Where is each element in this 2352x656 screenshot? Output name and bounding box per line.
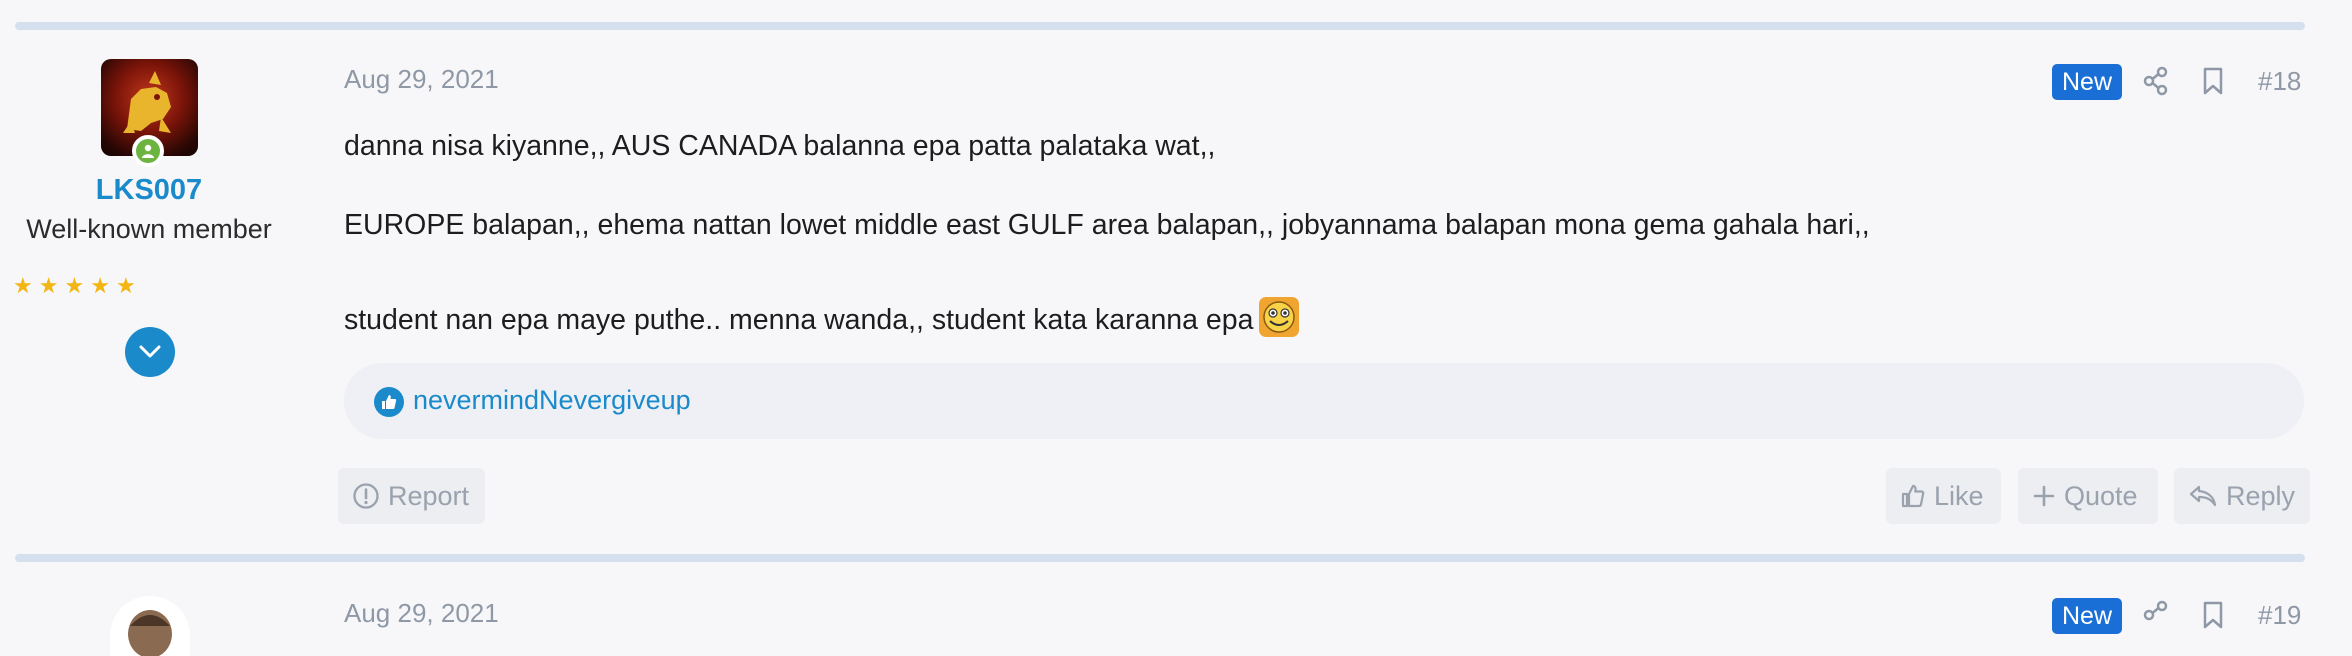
new-badge: New <box>2052 64 2123 100</box>
report-label: Report <box>388 480 470 511</box>
like-icon <box>1901 484 1925 508</box>
reactions-bar: nevermindNevergiveup <box>344 363 2304 439</box>
star-icon: ★ <box>38 273 59 298</box>
post-text-line: student nan epa maye puthe.. menna wanda… <box>344 297 1300 337</box>
next-post-date[interactable]: Aug 29, 2021 <box>344 598 499 629</box>
smiley-emoji <box>1259 297 1300 337</box>
report-icon <box>353 483 379 509</box>
post-text-line: danna nisa kiyanne,, AUS CANADA balanna … <box>344 130 1216 162</box>
share-icon[interactable] <box>2142 600 2170 630</box>
report-button[interactable]: Report <box>338 468 485 524</box>
thumbs-up-icon <box>374 387 404 417</box>
online-status-icon <box>132 135 164 167</box>
share-icon[interactable] <box>2142 66 2170 96</box>
bookmark-icon[interactable] <box>2202 66 2224 96</box>
reaction-user-link[interactable]: nevermindNevergiveup <box>413 385 691 416</box>
next-post-new-badge: New <box>2052 598 2123 634</box>
rating-stars: ★ ★ ★ ★ ★ <box>13 275 136 297</box>
reply-icon <box>2189 485 2217 507</box>
like-label: Like <box>1934 480 1984 511</box>
post-number[interactable]: #18 <box>2258 66 2301 97</box>
star-icon: ★ <box>13 273 33 298</box>
star-icon: ★ <box>115 273 136 298</box>
expand-user-info-button[interactable] <box>125 327 175 377</box>
quote-plus-icon <box>2033 485 2055 507</box>
post-separator <box>15 554 2305 562</box>
reply-label: Reply <box>2226 480 2296 511</box>
post-text-line: EUROPE balapan,, ehema nattan lowet midd… <box>344 209 1870 241</box>
quote-label: Quote <box>2064 480 2138 511</box>
star-icon: ★ <box>90 273 110 298</box>
username[interactable]: LKS007 <box>0 174 298 207</box>
next-post-number[interactable]: #19 <box>2258 600 2301 631</box>
reply-button[interactable]: Reply <box>2174 468 2310 524</box>
post-separator <box>15 22 2305 30</box>
quote-button[interactable]: Quote <box>2018 468 2158 524</box>
chevron-down-icon <box>139 345 161 358</box>
next-post-avatar[interactable] <box>110 596 190 656</box>
user-title: Well-known member <box>26 214 272 244</box>
star-icon: ★ <box>64 273 85 298</box>
bookmark-icon[interactable] <box>2202 600 2224 630</box>
like-button[interactable]: Like <box>1886 468 2001 524</box>
post-date[interactable]: Aug 29, 2021 <box>344 64 499 95</box>
